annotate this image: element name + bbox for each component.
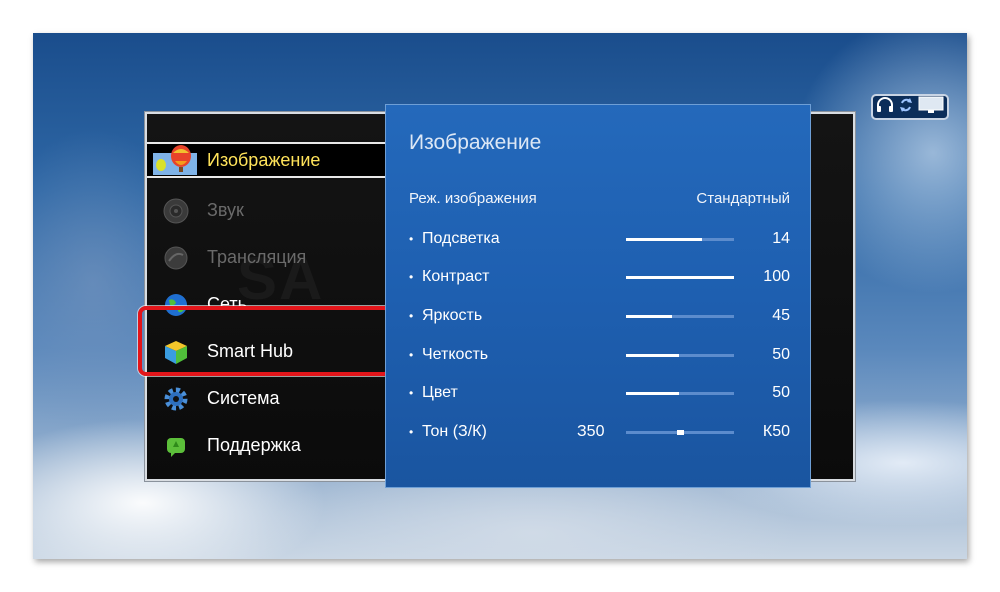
slider-track[interactable] [626,392,734,395]
slider-track[interactable] [626,354,734,357]
slider-fill [626,392,679,395]
sync-icon [899,97,913,118]
tv-icon [918,96,944,119]
menu-item-broadcast[interactable]: Трансляция [147,234,387,281]
setting-value: 14 [772,230,790,247]
panel-title: Изображение [409,131,542,154]
setting-label: Яркость [422,307,483,324]
menu-item-support[interactable]: Поддержка [147,422,387,469]
headphones-icon [876,96,894,118]
slider-thumb[interactable] [677,430,684,435]
menu-item-picture[interactable]: Изображение [147,142,387,178]
tint-green-value: З50 [577,423,605,440]
setting-value: 100 [763,268,790,285]
highlight-frame [138,306,392,376]
setting-value: К50 [762,423,790,440]
picture-mode-row[interactable]: Реж. изображения Стандартный [409,190,790,207]
slider-track[interactable] [626,315,734,318]
setting-value: 45 [772,307,790,324]
menu-item-label: Система [207,388,280,408]
menu-item-sound[interactable]: Звук [147,187,387,234]
setting-color[interactable]: • Цвет 50 [409,383,790,403]
setting-value: 50 [772,384,790,401]
slider-track[interactable] [626,430,734,435]
slider-track[interactable] [626,238,734,241]
menu-item-label: Трансляция [207,247,307,267]
setting-sharpness[interactable]: • Четкость 50 [409,345,790,365]
menu-list: Изображение Звук Трансляция Сеть Smart H… [147,136,387,469]
setting-brightness[interactable]: • Яркость 45 [409,306,790,326]
satellite-icon [161,243,191,273]
slider-track[interactable] [626,276,734,279]
setting-label: Подсветка [422,230,500,247]
slider-fill [626,354,679,357]
picture-mode-label: Реж. изображения [409,190,537,207]
setting-tint[interactable]: • Тон (З/К) З50 К50 [409,422,790,442]
setting-value: 50 [772,346,790,363]
setting-label: Четкость [422,346,489,363]
status-icons [871,94,949,120]
balloon-icon [153,145,197,175]
slider-fill [626,238,702,241]
setting-backlight[interactable]: • Подсветка 14 [409,229,790,249]
picture-settings-panel: Изображение Реж. изображения Стандартный… [385,104,811,488]
setting-label: Тон (З/К) [422,423,487,440]
menu-item-label: Изображение [207,149,321,170]
setting-contrast[interactable]: • Контраст 100 [409,267,790,287]
picture-mode-value: Стандартный [696,190,790,207]
gear-icon [161,384,191,414]
slider-fill [626,276,734,279]
setting-label: Контраст [422,268,490,285]
menu-item-system[interactable]: Система [147,375,387,422]
setting-label: Цвет [422,384,458,401]
slider-fill [626,315,672,318]
speaker-icon [161,196,191,226]
support-icon [161,431,191,461]
menu-item-label: Поддержка [207,435,301,455]
menu-item-label: Звук [207,200,244,220]
